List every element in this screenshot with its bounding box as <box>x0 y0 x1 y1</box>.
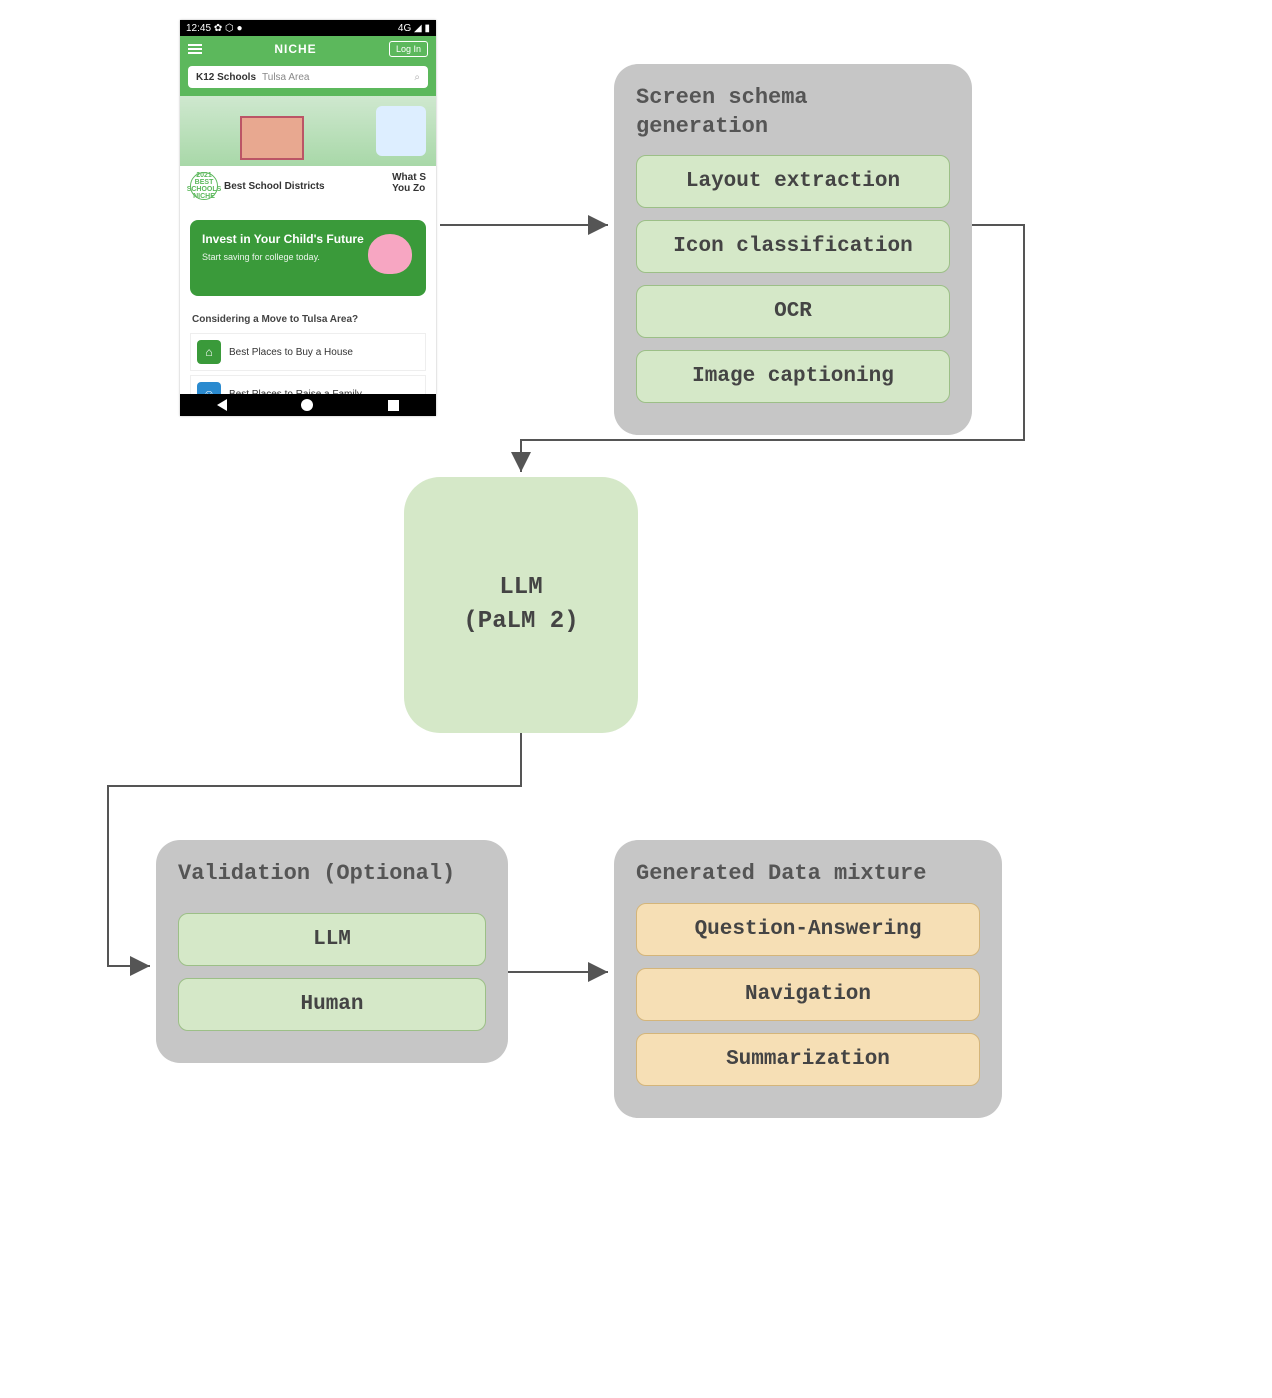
pill-navigation: Navigation <box>636 968 980 1021</box>
search-category: K12 Schools <box>196 72 256 83</box>
section-heading: Considering a Move to Tulsa Area? <box>180 310 436 329</box>
recents-icon[interactable] <box>388 400 399 411</box>
schema-title: Screen schema generation <box>636 84 950 141</box>
pill-icon-classification: Icon classification <box>636 220 950 273</box>
card-row: 2021 BEST SCHOOLS NICHE Best School Dist… <box>180 166 436 206</box>
login-button[interactable]: Log In <box>389 41 428 57</box>
pill-validation-human: Human <box>178 978 486 1031</box>
list-item[interactable]: ⌂ Best Places to Buy a House <box>190 333 426 371</box>
schema-generation-box: Screen schema generation Layout extracti… <box>614 64 972 435</box>
search-input[interactable]: K12 Schools Tulsa Area ⌕ <box>188 66 428 88</box>
pill-layout-extraction: Layout extraction <box>636 155 950 208</box>
pill-validation-llm: LLM <box>178 913 486 966</box>
phone-appbar: NICHE Log In <box>180 36 436 62</box>
status-icons-right: 4G ◢ ▮ <box>398 23 430 34</box>
back-icon[interactable] <box>217 399 227 411</box>
generated-data-box: Generated Data mixture Question-Answerin… <box>614 840 1002 1118</box>
promo-card[interactable]: Invest in Your Child's Future Start savi… <box>190 220 426 296</box>
pill-ocr: OCR <box>636 285 950 338</box>
search-area: Tulsa Area <box>262 72 309 83</box>
promo-title: Invest in Your Child's Future <box>202 232 414 248</box>
pill-image-captioning: Image captioning <box>636 350 950 403</box>
pill-summarization: Summarization <box>636 1033 980 1086</box>
validation-title: Validation (Optional) <box>178 860 486 889</box>
pill-qa: Question-Answering <box>636 903 980 956</box>
brand-logo: NICHE <box>274 42 316 56</box>
niche-badge-icon: 2021 BEST SCHOOLS NICHE <box>190 172 218 200</box>
hero-banner <box>180 96 436 166</box>
llm-label-1: LLM <box>499 571 542 605</box>
generated-title: Generated Data mixture <box>636 860 980 889</box>
phone-statusbar: 12:45 ✿ ⬡ ● 4G ◢ ▮ <box>180 20 436 36</box>
validation-box: Validation (Optional) LLM Human <box>156 840 508 1063</box>
promo-subtitle: Start saving for college today. <box>202 252 414 262</box>
llm-label-2: (PaLM 2) <box>463 605 578 639</box>
item1-label: Best Places to Buy a House <box>229 347 353 358</box>
status-time: 12:45 <box>186 23 211 34</box>
house-icon: ⌂ <box>197 340 221 364</box>
search-row: K12 Schools Tulsa Area ⌕ <box>180 62 436 96</box>
home-icon[interactable] <box>301 399 313 411</box>
card2-partial[interactable]: What S You Zo <box>392 172 426 200</box>
status-icons-left: ✿ ⬡ ● <box>214 23 243 34</box>
card-best-districts[interactable]: 2021 BEST SCHOOLS NICHE Best School Dist… <box>190 172 386 200</box>
search-icon: ⌕ <box>414 72 420 83</box>
card1-label: Best School Districts <box>224 181 325 192</box>
hamburger-icon[interactable] <box>188 44 202 54</box>
mobile-screenshot: 12:45 ✿ ⬡ ● 4G ◢ ▮ NICHE Log In K12 Scho… <box>180 20 436 416</box>
llm-node: LLM (PaLM 2) <box>404 477 638 733</box>
android-navbar <box>180 394 436 416</box>
